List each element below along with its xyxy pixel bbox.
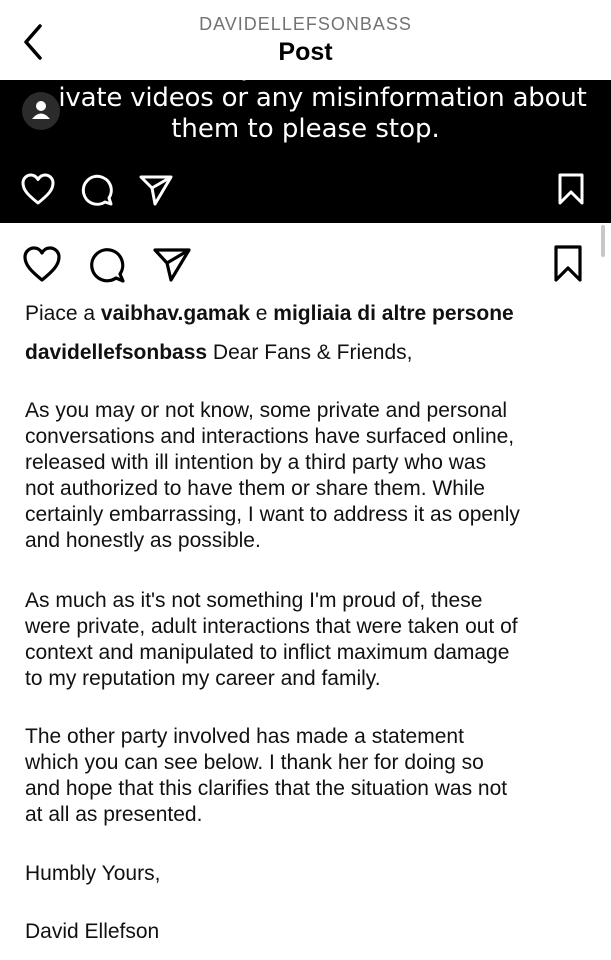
caption-line: released with ill intention by a third p… xyxy=(25,451,487,474)
caption-line: conversations and interactions have surf… xyxy=(25,425,515,448)
caption-line: Humbly Yours, xyxy=(25,862,161,885)
caption-paragraph-1: As you may or not know, some private and… xyxy=(25,398,600,554)
likes-conjunction: e xyxy=(249,302,274,325)
caption-signoff: Humbly Yours, xyxy=(25,861,600,887)
image-text-line-2: them to please stop. xyxy=(171,114,440,144)
caption-paragraph-2: As much as it's not something I'm proud … xyxy=(25,588,600,692)
heart-icon[interactable] xyxy=(22,245,62,283)
caption-line: As much as it's not something I'm proud … xyxy=(25,589,483,612)
caption-line: to my reputation my career and family. xyxy=(25,667,381,690)
caption-line: were private, adult interactions that we… xyxy=(25,615,518,638)
caption-paragraph-3: The other party involved has made a stat… xyxy=(25,724,600,828)
image-text-line-1: ivate videos or any misinformation about xyxy=(58,83,587,113)
caption-signature: David Ellefson xyxy=(25,919,600,945)
bookmark-icon[interactable] xyxy=(556,172,586,206)
post-image[interactable]: ivate videos or any misinformation about… xyxy=(0,80,611,223)
caption-line: context and manipulated to inflict maxim… xyxy=(25,641,510,664)
caption-line: David Ellefson xyxy=(25,920,160,943)
send-icon[interactable] xyxy=(152,246,192,284)
caption-line: The other party involved has made a stat… xyxy=(25,725,464,748)
others-likes-link[interactable]: migliaia di altre persone xyxy=(273,302,513,325)
page-title: Post xyxy=(278,38,333,66)
caption-greeting: Dear Fans & Friends, xyxy=(207,341,413,364)
likes-summary[interactable]: Piace a vaibhav.gamak e migliaia di altr… xyxy=(25,302,514,326)
header-username[interactable]: DAVIDELLEFSONBASS xyxy=(0,14,611,35)
caption-line: and honestly as possible. xyxy=(25,529,261,552)
liker-username[interactable]: vaibhav.gamak xyxy=(101,302,250,325)
tag-people-button[interactable] xyxy=(22,92,60,130)
person-tag-icon xyxy=(32,101,50,119)
caption-line: and hope that this clarifies that the si… xyxy=(25,777,508,800)
bookmark-icon[interactable] xyxy=(552,244,584,284)
caption-line: at all as presented. xyxy=(25,803,203,826)
post-actions xyxy=(0,240,611,288)
comment-icon[interactable] xyxy=(88,246,126,284)
post-header: DAVIDELLEFSONBASS Post xyxy=(0,0,611,80)
heart-icon[interactable] xyxy=(20,172,56,206)
caption-line: certainly embarrassing, I want to addres… xyxy=(25,503,520,526)
caption-line: not authorized to have them or share the… xyxy=(25,477,485,500)
caption-header: davidellefsonbass Dear Fans & Friends, xyxy=(25,340,595,366)
image-overlay-actions xyxy=(0,170,611,214)
send-icon[interactable] xyxy=(138,173,174,207)
likes-prefix: Piace a xyxy=(25,302,101,325)
caption-line: which you can see below. I thank her for… xyxy=(25,751,484,774)
caption-username[interactable]: davidellefsonbass xyxy=(25,341,207,364)
comment-icon[interactable] xyxy=(80,173,114,207)
cropped-text-fragment xyxy=(242,80,246,81)
caption-line: As you may or not know, some private and… xyxy=(25,399,508,422)
